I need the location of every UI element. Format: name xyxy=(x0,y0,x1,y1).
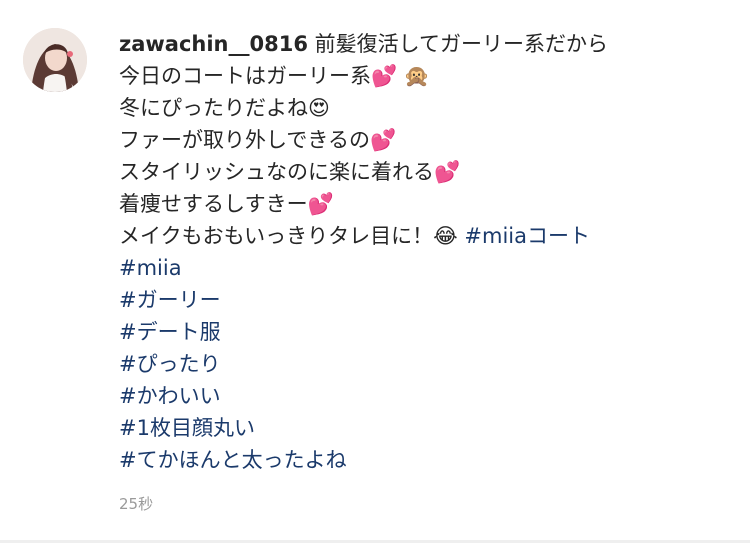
hashtag-link[interactable]: #ぴったり xyxy=(119,348,729,380)
comment-timestamp: 25秒 xyxy=(119,495,154,513)
comment-text-line-with-tag: メイクもおもいっきりタレ目に！😂 #miiaコート xyxy=(119,220,729,252)
hashtag-link[interactable]: #ガーリー xyxy=(119,284,729,316)
comment: zawachin__0816 前髪復活してガーリー系だから 今日のコートはガーリ… xyxy=(23,28,733,514)
hashtag-link[interactable]: #miiaコート xyxy=(464,224,590,248)
hashtag-link[interactable]: #てかほんと太ったよね xyxy=(119,444,729,476)
username-link[interactable]: zawachin__0816 xyxy=(119,32,308,56)
hashtag-link[interactable]: #デート服 xyxy=(119,316,729,348)
comment-text-line: スタイリッシュなのに楽に着れる💕 xyxy=(119,160,461,184)
comment-body: zawachin__0816 前髪復活してガーリー系だから 今日のコートはガーリ… xyxy=(119,28,729,514)
hashtag-link[interactable]: #miia xyxy=(119,252,729,284)
hashtag-link[interactable]: #1枚目顔丸い xyxy=(119,412,729,444)
comment-text-line: 冬にぴったりだよね😍 xyxy=(119,96,330,120)
comment-text-line: 着痩せするしすきー💕 xyxy=(119,192,334,216)
comment-text-line: 前髪復活してガーリー系だから xyxy=(314,32,609,56)
comment-text-line: ファーが取り外しできるの💕 xyxy=(119,128,397,152)
hashtag-link[interactable]: #かわいい xyxy=(119,380,729,412)
profile-photo-icon xyxy=(23,28,87,92)
comment-text-line: 今日のコートはガーリー系💕 🙊 xyxy=(119,64,430,88)
comment-first-line: zawachin__0816 前髪復活してガーリー系だから xyxy=(119,28,729,60)
avatar[interactable] xyxy=(23,28,87,92)
comment-text-line: メイクもおもいっきりタレ目に！😂 xyxy=(119,224,458,248)
